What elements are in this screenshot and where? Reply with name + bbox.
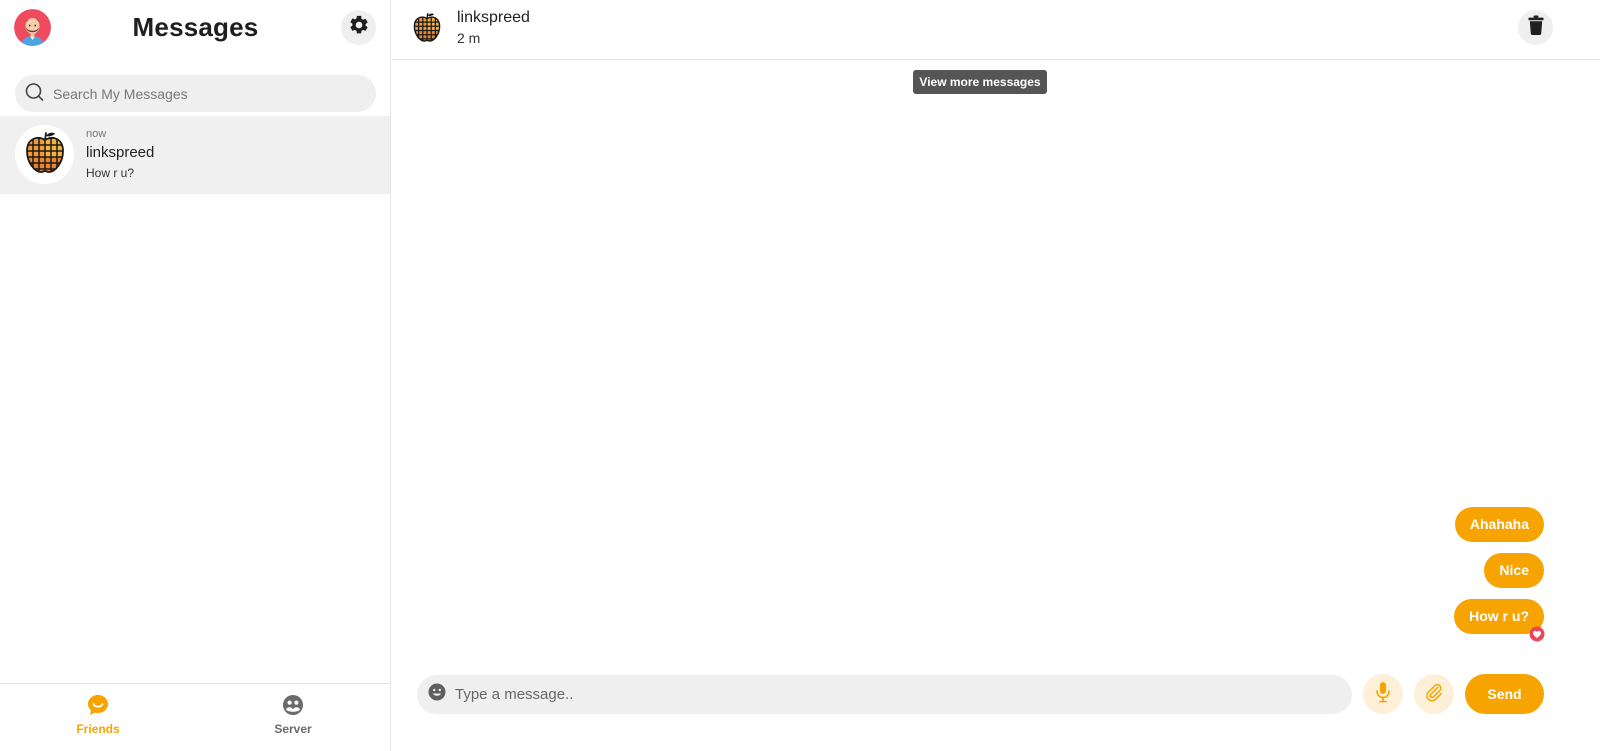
apple-grid-icon (413, 13, 441, 46)
page-title: Messages (132, 12, 259, 42)
nav-server[interactable]: Server (253, 694, 333, 736)
search-icon (25, 82, 44, 106)
message-bubble[interactable]: How r u? (1454, 599, 1545, 646)
nav-friends-label: Friends (76, 722, 120, 736)
contact-last-seen: 2 m (457, 30, 481, 46)
view-more-messages-button[interactable]: View more messages (913, 70, 1047, 94)
gear-icon (348, 14, 370, 41)
contact-header-avatar[interactable] (413, 12, 441, 42)
conversation-name: linkspreed (86, 144, 155, 161)
delete-conversation-button[interactable] (1518, 10, 1553, 45)
message-input[interactable] (455, 686, 1335, 703)
bottom-nav: Friends Server (0, 683, 390, 751)
conversation-time: now (86, 128, 107, 140)
paperclip-icon (1424, 682, 1444, 707)
message-text: Nice (1499, 562, 1529, 578)
settings-button[interactable] (341, 10, 376, 45)
send-button[interactable]: Send (1465, 674, 1544, 714)
contact-name: linkspreed (457, 9, 530, 26)
message-composer (417, 675, 1352, 714)
microphone-icon (1375, 681, 1391, 708)
conversation-sidebar: Messages Search My Messages now linkspre… (0, 0, 391, 751)
message-bubble[interactable]: Nice (1484, 553, 1544, 588)
message-list: Ahahaha Nice How r u? (1454, 507, 1545, 646)
contact-avatar (15, 125, 74, 184)
emoji-icon[interactable] (428, 683, 446, 706)
message-text: How r u? (1469, 608, 1529, 624)
chat-bubble-smile-icon (58, 694, 138, 721)
search-input[interactable] (53, 85, 353, 102)
search-box (15, 75, 376, 112)
apple-grid-icon (25, 131, 65, 178)
message-bubble[interactable]: Ahahaha (1454, 507, 1544, 542)
attach-file-button[interactable] (1414, 674, 1454, 714)
nav-server-label: Server (274, 722, 312, 736)
nav-friends[interactable]: Friends (58, 694, 138, 736)
conversation-item[interactable]: now linkspreed How r u? (0, 116, 390, 194)
reaction-badge[interactable] (1528, 626, 1545, 646)
chat-panel: linkspreed 2 m View more messages Ahahah… (392, 0, 1600, 751)
chat-header: linkspreed 2 m (392, 0, 1600, 60)
messaging-app: Messages Search My Messages now linkspre… (0, 0, 1600, 751)
trash-icon (1528, 15, 1544, 40)
voice-message-button[interactable] (1363, 674, 1403, 714)
globe-people-icon (253, 694, 333, 721)
conversation-last-message: How r u? (86, 166, 135, 180)
heart-icon (1529, 620, 1545, 655)
message-text: Ahahaha (1469, 516, 1529, 532)
